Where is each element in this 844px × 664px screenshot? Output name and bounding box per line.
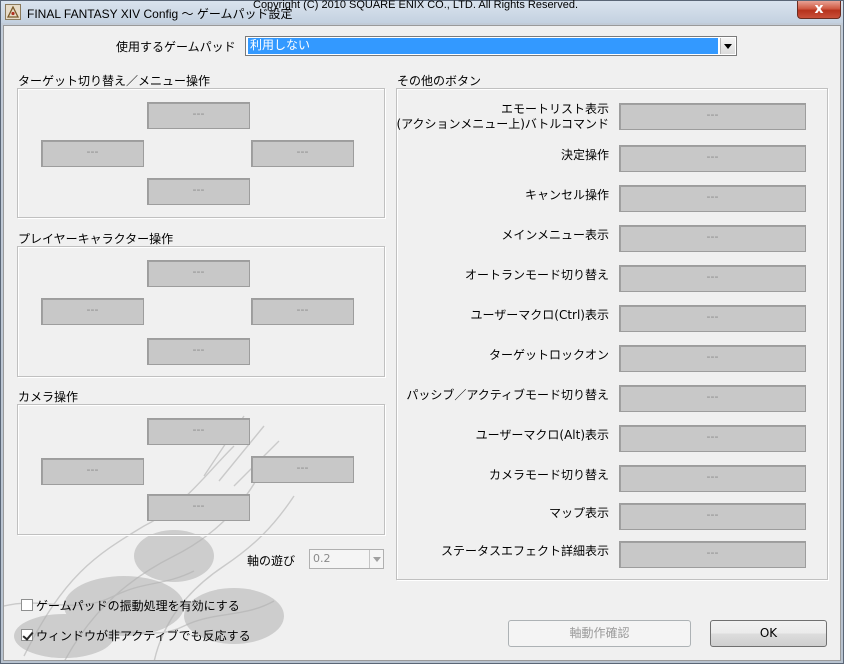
other-button-label: ターゲットロックオン [488, 348, 609, 362]
inactive-label: ウィンドウが非アクティブでも反応する [36, 629, 251, 643]
other-buttons-title: その他のボタン [397, 74, 482, 88]
chevron-down-icon[interactable] [369, 550, 383, 568]
other-button-field[interactable]: --- [619, 345, 806, 372]
axis-select[interactable]: 0.2 [309, 549, 384, 569]
other-button-label: パッシブ／アクティブモード切り替え [406, 388, 609, 402]
camera-down-field[interactable]: --- [147, 494, 250, 521]
other-button-label: ユーザーマクロ(Ctrl)表示 [470, 308, 609, 322]
vibration-checkbox[interactable] [21, 599, 33, 611]
other-button-label: エモートリスト表示 (アクションメニュー上)バトルコマンド [396, 102, 609, 131]
other-button-field[interactable]: --- [619, 541, 806, 568]
other-button-label: カメラモード切り替え [488, 468, 609, 482]
other-button-field[interactable]: --- [619, 465, 806, 492]
other-button-label: ユーザーマクロ(Alt)表示 [475, 428, 609, 442]
camera-group-title: カメラ操作 [18, 390, 79, 404]
other-button-field[interactable]: --- [619, 385, 806, 412]
target-down-field[interactable]: --- [147, 178, 250, 205]
axis-label: 軸の遊び [247, 554, 296, 568]
close-button[interactable]: x [797, 1, 841, 19]
other-button-label: 決定操作 [560, 148, 609, 162]
gamepad-label: 使用するゲームパッド [116, 40, 236, 54]
inactive-checkbox[interactable] [21, 629, 33, 641]
player-up-field[interactable]: --- [147, 260, 250, 287]
player-group-title: プレイヤーキャラクター操作 [18, 232, 174, 246]
copyright-text: Copyright (C) 2010 SQUARE ENIX CO., LTD.… [253, 0, 579, 11]
app-icon [5, 4, 21, 20]
ok-button[interactable]: OK [710, 620, 827, 647]
gamepad-select[interactable]: 利用しない [245, 36, 737, 56]
camera-left-field[interactable]: --- [41, 458, 144, 485]
other-button-field[interactable]: --- [619, 305, 806, 332]
target-group-title: ターゲット切り替え／メニュー操作 [18, 74, 211, 88]
player-down-field[interactable]: --- [147, 338, 250, 365]
target-left-field[interactable]: --- [41, 140, 144, 167]
other-button-label: メインメニュー表示 [501, 228, 609, 242]
other-button-label: キャンセル操作 [524, 188, 609, 202]
player-left-field[interactable]: --- [41, 298, 144, 325]
other-button-label: マップ表示 [548, 506, 609, 520]
axis-test-button[interactable]: 軸動作確認 [508, 620, 691, 647]
other-button-label: ステータスエフェクト詳細表示 [440, 544, 609, 558]
chevron-down-icon[interactable] [720, 38, 735, 54]
other-button-field[interactable]: --- [619, 265, 806, 292]
camera-up-field[interactable]: --- [147, 418, 250, 445]
other-button-field[interactable]: --- [619, 185, 806, 212]
config-window: FINAL FANTASY XIV Config ～ ゲームパッド設定 Copy… [0, 0, 844, 664]
title-bar: FINAL FANTASY XIV Config ～ ゲームパッド設定 Copy… [1, 0, 843, 23]
close-icon: x [814, 1, 824, 17]
client-area: 使用するゲームパッド 利用しない ターゲット切り替え／メニュー操作 --- --… [3, 25, 841, 661]
axis-select-value: 0.2 [313, 552, 331, 565]
other-button-field[interactable]: --- [619, 503, 806, 530]
camera-right-field[interactable]: --- [251, 456, 354, 483]
other-button-field[interactable]: --- [619, 425, 806, 452]
target-right-field[interactable]: --- [251, 140, 354, 167]
other-button-field[interactable]: --- [619, 225, 806, 252]
other-button-label: オートランモード切り替え [464, 268, 609, 282]
target-up-field[interactable]: --- [147, 102, 250, 129]
vibration-label: ゲームパッドの振動処理を有効にする [36, 599, 240, 613]
player-right-field[interactable]: --- [251, 298, 354, 325]
other-button-field[interactable]: --- [619, 103, 806, 130]
gamepad-select-value: 利用しない [248, 38, 718, 54]
other-button-field[interactable]: --- [619, 145, 806, 172]
